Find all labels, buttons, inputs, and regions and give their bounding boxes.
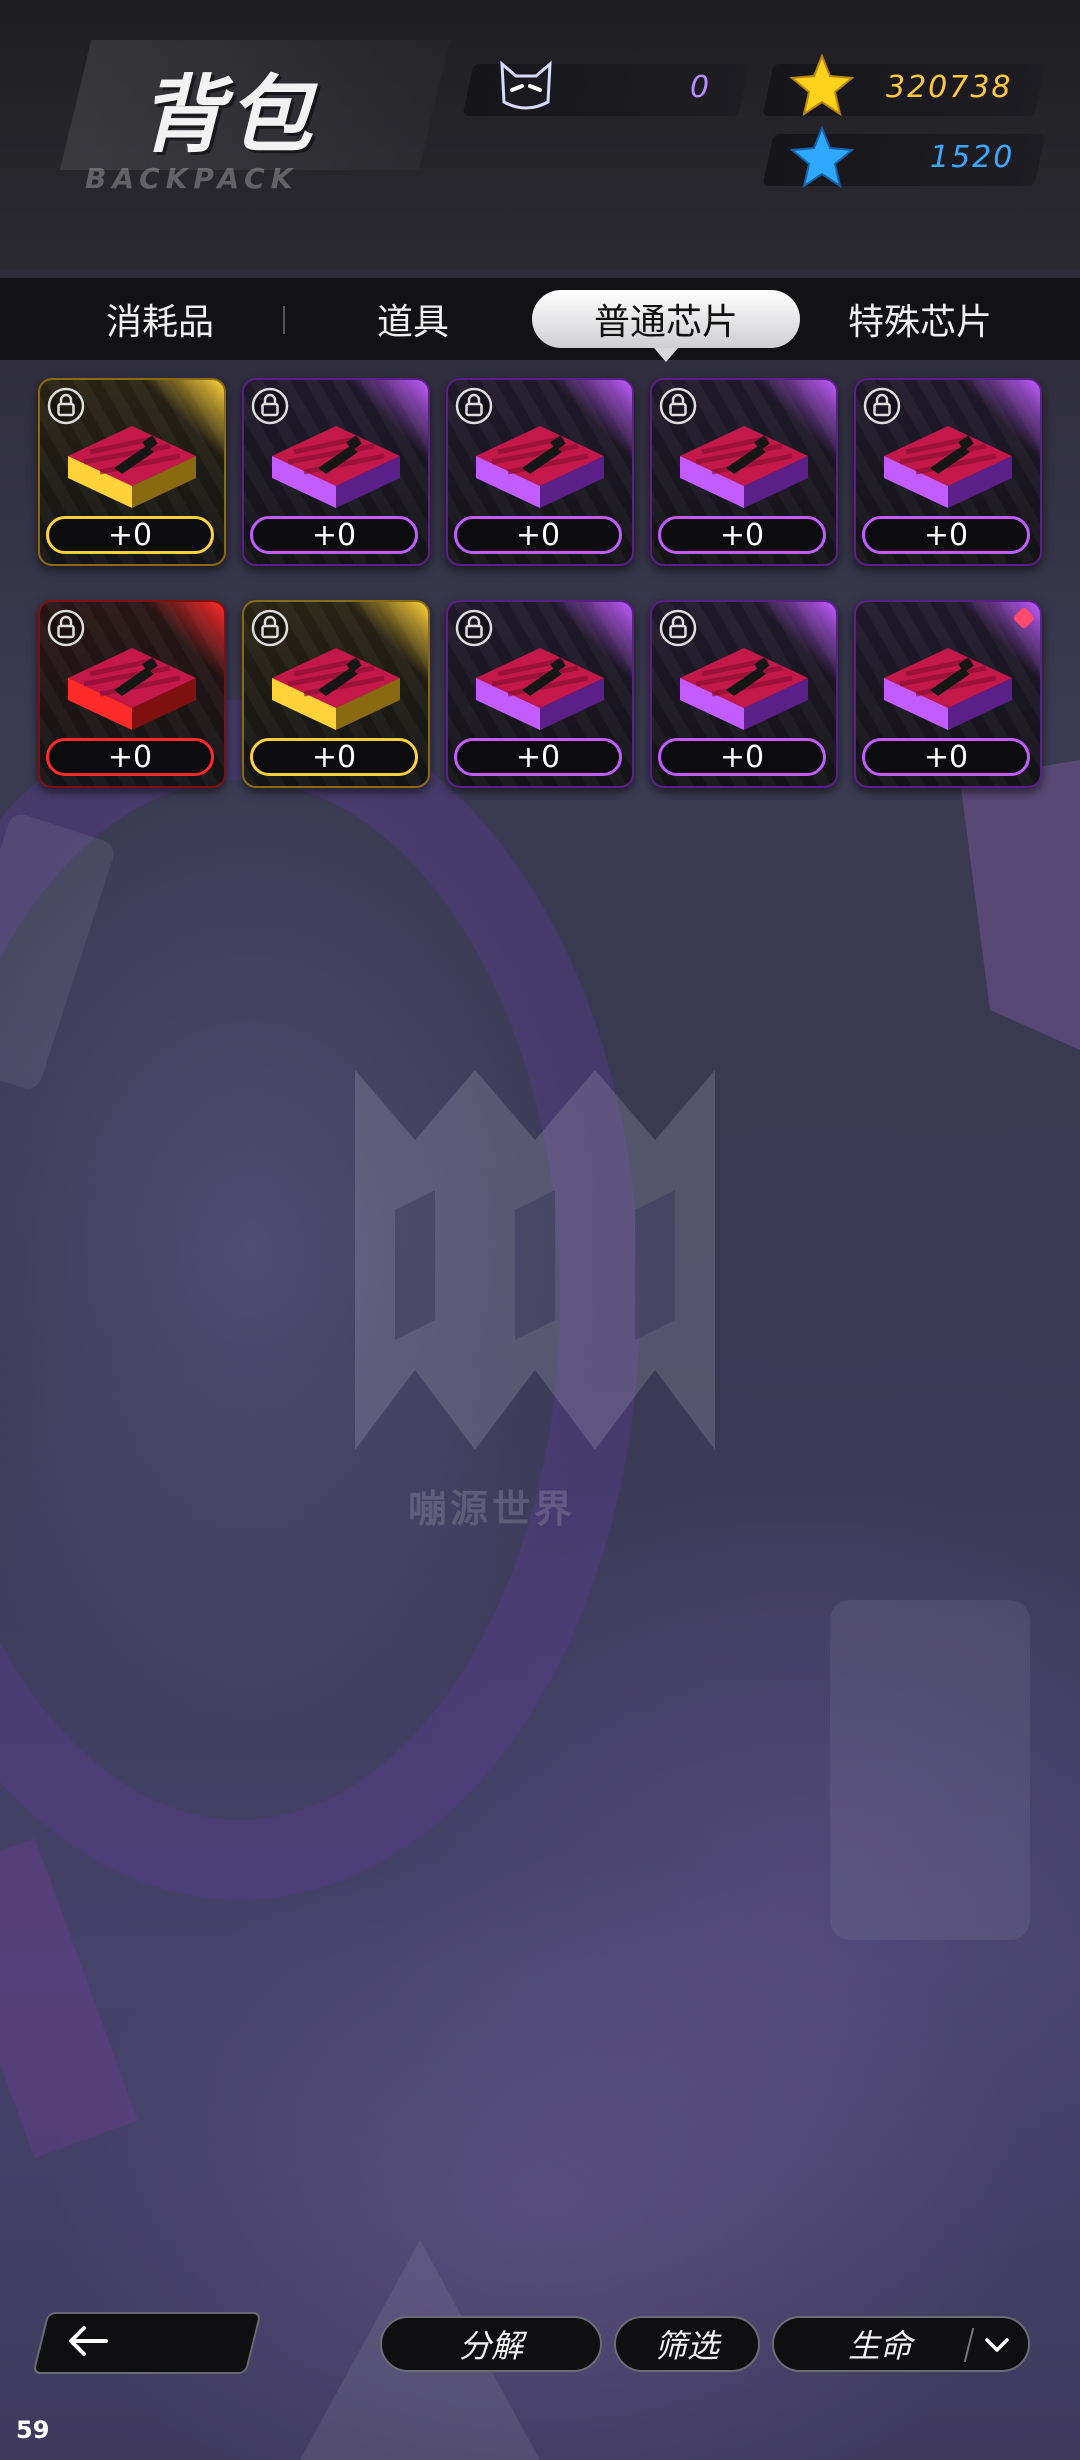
dropdown-divider xyxy=(963,2328,975,2362)
currency-blue-value: 1520 xyxy=(930,140,1015,175)
tab-props[interactable]: 道具 xyxy=(313,278,513,360)
enhance-level: +0 xyxy=(658,738,826,776)
enhance-level: +0 xyxy=(862,738,1030,776)
chip-slot[interactable]: +0 xyxy=(242,600,430,788)
chip-slot[interactable]: +0 xyxy=(854,378,1042,566)
active-tab-pointer xyxy=(654,348,678,362)
chip-slot[interactable]: +0 xyxy=(650,600,838,788)
chip-icon xyxy=(272,426,400,508)
enhance-level: +0 xyxy=(250,738,418,776)
cat-mask-icon xyxy=(500,60,552,110)
chip-icon xyxy=(680,426,808,508)
enhance-level: +0 xyxy=(658,516,826,554)
fps-counter: 59 xyxy=(16,2416,50,2444)
chip-slot[interactable]: +0 xyxy=(446,378,634,566)
tab-normal-chips[interactable]: 普通芯片 xyxy=(532,290,800,348)
enhance-level: +0 xyxy=(250,516,418,554)
page-subtitle: BACKPACK xyxy=(85,162,299,195)
gold-star-icon xyxy=(790,54,854,116)
chip-slot[interactable]: +0 xyxy=(854,600,1042,788)
chip-icon xyxy=(680,648,808,730)
chip-icon xyxy=(68,648,196,730)
game-logo-text: 嘣源世界 xyxy=(408,1487,577,1531)
currency-gold-value: 320738 xyxy=(886,70,1013,105)
decompose-button[interactable]: 分解 xyxy=(380,2316,602,2372)
blue-star-icon xyxy=(790,126,854,188)
currency-cat-value: 0 xyxy=(690,70,712,105)
chip-icon xyxy=(476,648,604,730)
chip-slot[interactable]: +0 xyxy=(38,378,226,566)
new-badge xyxy=(1012,606,1036,630)
chip-icon xyxy=(272,648,400,730)
chip-icon xyxy=(884,426,1012,508)
enhance-level: +0 xyxy=(454,516,622,554)
chip-slot[interactable]: +0 xyxy=(242,378,430,566)
enhance-level: +0 xyxy=(454,738,622,776)
tab-consumables[interactable]: 消耗品 xyxy=(60,278,260,360)
chip-slot[interactable]: +0 xyxy=(650,378,838,566)
tab-divider xyxy=(283,306,285,334)
page-title: 背包 xyxy=(140,66,317,164)
filter-button[interactable]: 筛选 xyxy=(614,2316,760,2372)
back-arrow-icon xyxy=(69,2326,108,2356)
enhance-level: +0 xyxy=(46,738,214,776)
attribute-sort-label: 生命 xyxy=(848,2327,913,2365)
chip-icon xyxy=(884,648,1012,730)
chip-slot[interactable]: +0 xyxy=(38,600,226,788)
chip-icon xyxy=(476,426,604,508)
chip-slot[interactable]: +0 xyxy=(446,600,634,788)
enhance-level: +0 xyxy=(862,516,1030,554)
game-logo-watermark xyxy=(355,1070,715,1450)
chevron-down-icon xyxy=(985,2338,1009,2352)
attribute-sort-dropdown[interactable]: 生命 xyxy=(772,2316,1030,2372)
tab-special-chips[interactable]: 特殊芯片 xyxy=(820,278,1020,360)
chip-icon xyxy=(68,426,196,508)
enhance-level: +0 xyxy=(46,516,214,554)
